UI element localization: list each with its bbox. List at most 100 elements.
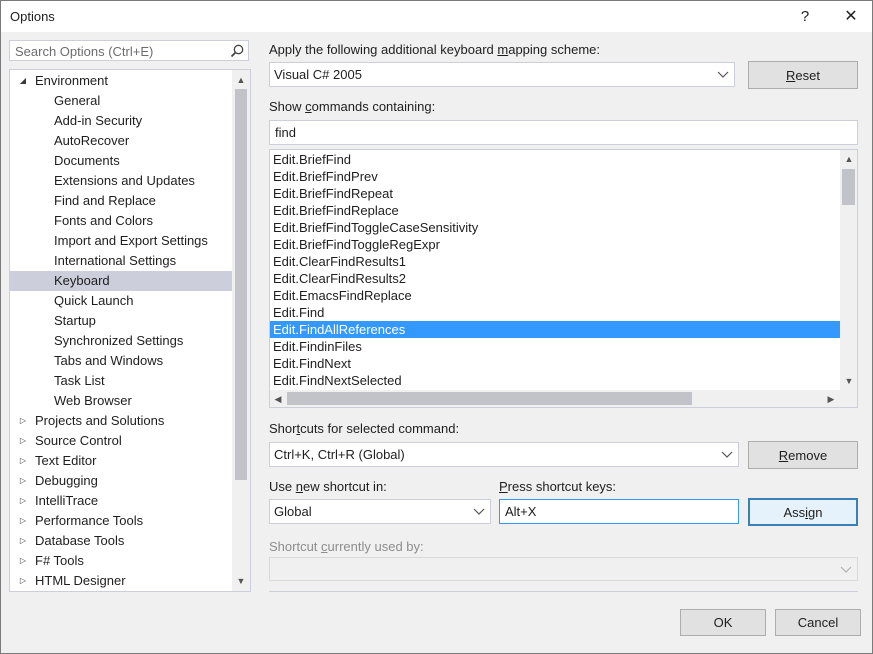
mapping-scheme-dropdown[interactable]: Visual C# 2005: [269, 62, 735, 87]
tree-item-import-and-export-settings[interactable]: Import and Export Settings: [10, 231, 232, 251]
help-button[interactable]: ?: [785, 4, 825, 28]
collapsed-triangle-icon[interactable]: ▷: [17, 511, 29, 531]
press-shortcut-keys-label: Press shortcut keys:: [499, 479, 617, 494]
command-list-item[interactable]: Edit.BriefFindToggleCaseSensitivity: [270, 219, 840, 236]
command-list-item[interactable]: Edit.BriefFind: [270, 151, 840, 168]
tree-item-text-editor[interactable]: ▷ Text Editor: [10, 451, 232, 471]
tree-item-extensions-and-updates[interactable]: Extensions and Updates: [10, 171, 232, 191]
tree-item-synchronized-settings[interactable]: Synchronized Settings: [10, 331, 232, 351]
command-list-item[interactable]: Edit.BriefFindRepeat: [270, 185, 840, 202]
shortcut-used-by-label: Shortcut currently used by:: [269, 539, 424, 554]
search-options-input[interactable]: [13, 42, 227, 61]
commands-horizontal-scrollbar[interactable]: ◀ ▶: [270, 390, 857, 407]
scroll-up-icon[interactable]: ▲: [234, 72, 248, 88]
collapsed-triangle-icon[interactable]: ▷: [17, 491, 29, 511]
collapsed-triangle-icon[interactable]: ▷: [17, 571, 29, 591]
close-button[interactable]: ✕: [831, 4, 871, 28]
command-list-item[interactable]: Edit.FindAllReferences: [270, 321, 840, 338]
collapsed-triangle-icon[interactable]: ▷: [17, 431, 29, 451]
collapsed-triangle-icon[interactable]: ▷: [17, 451, 29, 471]
press-shortcut-keys-input[interactable]: [503, 503, 722, 520]
tree-item-f-tools[interactable]: ▷ F# Tools: [10, 551, 232, 571]
mapping-scheme-value: Visual C# 2005: [274, 67, 362, 82]
tree-item-add-in-security[interactable]: Add-in Security: [10, 111, 232, 131]
scroll-down-icon[interactable]: ▼: [234, 573, 248, 589]
tree-item-projects-and-solutions[interactable]: ▷ Projects and Solutions: [10, 411, 232, 431]
command-list-item[interactable]: Edit.FindNextSelected: [270, 372, 840, 389]
tree-item-autorecover[interactable]: AutoRecover: [10, 131, 232, 151]
tree-item-label: Fonts and Colors: [54, 213, 153, 228]
commands-list: Edit.BriefFind Edit.BriefFindPrev Edit.Bri…: [269, 149, 858, 408]
chevron-down-icon: [721, 451, 733, 458]
tree-item-label: Import and Export Settings: [54, 233, 208, 248]
shortcuts-label: Shortcuts for selected command:: [269, 421, 460, 436]
show-commands-input[interactable]: [273, 124, 806, 141]
title-bar: Options ? ✕: [1, 1, 872, 32]
tree-item-label: Find and Replace: [54, 193, 156, 208]
ok-button[interactable]: OK: [680, 609, 766, 636]
options-dialog: Options ? ✕ ◢ Environment General Add-in Se…: [0, 0, 873, 654]
command-list-item[interactable]: Edit.BriefFindReplace: [270, 202, 840, 219]
tree-item-performance-tools[interactable]: ▷ Performance Tools: [10, 511, 232, 531]
command-list-item[interactable]: Edit.Find: [270, 304, 840, 321]
tree-item-label: Projects and Solutions: [35, 413, 165, 428]
command-list-item[interactable]: Edit.ClearFindResults1: [270, 253, 840, 270]
use-new-shortcut-label: Use new shortcut in:: [269, 479, 387, 494]
scroll-down-icon[interactable]: ▼: [842, 373, 856, 389]
tree-item-fonts-and-colors[interactable]: Fonts and Colors: [10, 211, 232, 231]
tree-item-web-browser[interactable]: Web Browser: [10, 391, 232, 411]
collapsed-triangle-icon[interactable]: ▷: [17, 531, 29, 551]
command-list-item[interactable]: Edit.BriefFindToggleRegExpr: [270, 236, 840, 253]
collapsed-triangle-icon[interactable]: ▷: [17, 471, 29, 491]
tree-item-label: IntelliTrace: [35, 493, 99, 508]
collapsed-triangle-icon[interactable]: ▷: [17, 411, 29, 431]
commands-scroll-thumb[interactable]: [842, 169, 855, 205]
tree-item-label: F# Tools: [35, 553, 84, 568]
tree-item-database-tools[interactable]: ▷ Database Tools: [10, 531, 232, 551]
tree-item-debugging[interactable]: ▷ Debugging: [10, 471, 232, 491]
cancel-button[interactable]: Cancel: [775, 609, 861, 636]
help-icon: ?: [800, 7, 810, 25]
command-list-item[interactable]: Edit.FindNext: [270, 355, 840, 372]
tree-item-tabs-and-windows[interactable]: Tabs and Windows: [10, 351, 232, 371]
tree-item-documents[interactable]: Documents: [10, 151, 232, 171]
command-list-item[interactable]: Edit.EmacsFindReplace: [270, 287, 840, 304]
command-list-item[interactable]: Edit.FindinFiles: [270, 338, 840, 355]
search-icon[interactable]: [229, 43, 245, 59]
shortcuts-dropdown[interactable]: Ctrl+K, Ctrl+R (Global): [269, 442, 739, 467]
reset-button[interactable]: Reset: [748, 61, 858, 89]
expanded-triangle-icon[interactable]: ◢: [17, 71, 29, 91]
tree-item-intellitrace[interactable]: ▷ IntelliTrace: [10, 491, 232, 511]
collapsed-triangle-icon[interactable]: ▷: [17, 551, 29, 571]
tree-item-label: Database Tools: [35, 533, 125, 548]
command-list-item[interactable]: Edit.ClearFindResults2: [270, 270, 840, 287]
tree-item-task-list[interactable]: Task List: [10, 371, 232, 391]
assign-button[interactable]: Ass i gn: [748, 498, 858, 526]
tree-item-label: General: [54, 93, 101, 108]
tree-item-environment[interactable]: ◢ Environment: [10, 71, 232, 91]
commands-vertical-scrollbar[interactable]: ▲ ▼: [840, 150, 857, 390]
tree-vertical-scrollbar[interactable]: ▲ ▼: [232, 70, 250, 591]
tree-item-startup[interactable]: Startup: [10, 311, 232, 331]
tree-item-html-designer[interactable]: ▷ HTML Designer: [10, 571, 232, 591]
shortcut-scope-dropdown[interactable]: Global: [269, 499, 491, 524]
tree-item-find-and-replace[interactable]: Find and Replace: [10, 191, 232, 211]
remove-button[interactable]: Remove: [748, 441, 858, 469]
tree-item-source-control[interactable]: ▷ Source Control: [10, 431, 232, 451]
chevron-down-icon: [840, 566, 852, 573]
commands-hscroll-thumb[interactable]: [287, 392, 692, 405]
tree-item-label: Extensions and Updates: [54, 173, 195, 188]
scroll-up-icon[interactable]: ▲: [842, 151, 856, 167]
tree-item-label: Debugging: [35, 473, 98, 488]
window-title: Options: [10, 9, 55, 24]
scroll-left-icon[interactable]: ◀: [271, 391, 285, 407]
tree-item-general[interactable]: General: [10, 91, 232, 111]
tree-item-international-settings[interactable]: International Settings: [10, 251, 232, 271]
tree-scroll-thumb[interactable]: [235, 89, 247, 480]
tree-item-label: Web Browser: [54, 393, 132, 408]
scroll-right-icon[interactable]: ▶: [824, 391, 838, 407]
tree-item-quick-launch[interactable]: Quick Launch: [10, 291, 232, 311]
tree-item-keyboard[interactable]: Keyboard: [10, 271, 232, 291]
tree-item-label: Add-in Security: [54, 113, 143, 128]
command-list-item[interactable]: Edit.BriefFindPrev: [270, 168, 840, 185]
